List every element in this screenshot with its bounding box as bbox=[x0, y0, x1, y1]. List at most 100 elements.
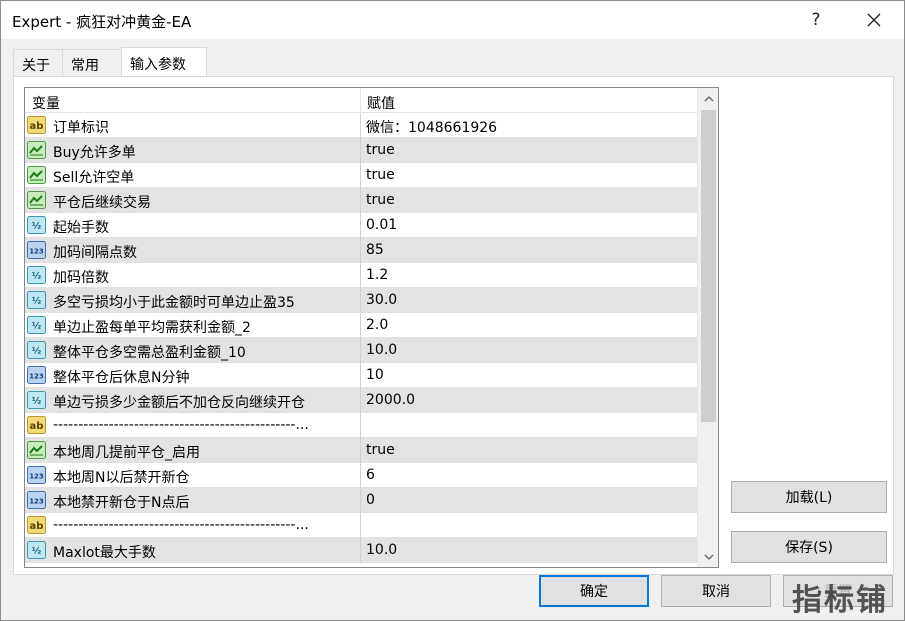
cell-divider bbox=[360, 263, 361, 288]
cell-divider bbox=[360, 413, 361, 438]
svg-text:ab: ab bbox=[30, 121, 44, 132]
int-type-icon: 123 bbox=[27, 466, 46, 484]
parameter-name: 订单标识 bbox=[53, 120, 109, 136]
bool-type-icon bbox=[27, 191, 46, 209]
vertical-scrollbar[interactable] bbox=[697, 88, 718, 567]
parameter-name: 单边止盈每单平均需获利金额_2 bbox=[53, 320, 251, 336]
parameter-value[interactable]: 2000.0 bbox=[366, 392, 415, 408]
svg-text:123: 123 bbox=[29, 473, 44, 481]
svg-text:½: ½ bbox=[32, 321, 41, 332]
table-row[interactable]: ab --------------------------------------… bbox=[25, 513, 697, 538]
parameter-name: 单边亏损多少金额后不加仓反向继续开仓 bbox=[53, 395, 305, 411]
parameter-value[interactable]: 1.2 bbox=[366, 267, 388, 283]
parameter-value[interactable]: true bbox=[366, 167, 395, 183]
parameter-name: Buy允许多单 bbox=[53, 145, 136, 161]
parameter-name: 多空亏损均小于此金额时可单边止盈35 bbox=[53, 295, 295, 311]
parameter-value[interactable]: 85 bbox=[366, 242, 384, 258]
tab-common[interactable]: 常用 bbox=[62, 49, 122, 76]
svg-text:123: 123 bbox=[29, 498, 44, 506]
parameter-name: Maxlot最大手数 bbox=[53, 545, 156, 561]
column-divider[interactable] bbox=[360, 88, 361, 113]
help-button[interactable]: ? bbox=[793, 1, 839, 39]
parameter-name: 本地周N以后禁开新仓 bbox=[53, 470, 190, 486]
parameter-value[interactable]: 10.0 bbox=[366, 342, 397, 358]
cell-divider bbox=[360, 488, 361, 513]
load-button[interactable]: 加载(L) bbox=[731, 481, 887, 513]
save-button[interactable]: 保存(S) bbox=[731, 531, 887, 563]
ok-button[interactable]: 确定 bbox=[539, 575, 649, 607]
cell-divider bbox=[360, 538, 361, 563]
table-row[interactable]: 平仓后继续交易 true bbox=[25, 188, 697, 213]
bool-type-icon bbox=[27, 166, 46, 184]
parameters-grid[interactable]: 变量 赋值 ab 订单标识 微信：1048661926 Buy允许多单 true Sell… bbox=[24, 87, 719, 568]
svg-text:½: ½ bbox=[32, 396, 41, 407]
parameter-value[interactable]: 微信：1048661926 bbox=[366, 117, 497, 137]
parameter-name: 加码间隔点数 bbox=[53, 245, 137, 261]
cancel-button[interactable]: 取消 bbox=[661, 575, 771, 607]
int-type-icon: 123 bbox=[27, 366, 46, 384]
chevron-up-icon bbox=[704, 95, 713, 101]
parameter-value[interactable]: 2.0 bbox=[366, 317, 388, 333]
parameter-value[interactable]: 30.0 bbox=[366, 292, 397, 308]
parameter-name: 整体平仓后休息N分钟 bbox=[53, 370, 190, 386]
tab-inputs[interactable]: 输入参数 bbox=[121, 47, 207, 78]
column-header-value[interactable]: 赋值 bbox=[367, 93, 395, 113]
table-row[interactable]: 123 加码间隔点数 85 bbox=[25, 238, 697, 263]
table-row[interactable]: ½ 单边亏损多少金额后不加仓反向继续开仓 2000.0 bbox=[25, 388, 697, 413]
double-type-icon: ½ bbox=[27, 541, 46, 559]
close-button[interactable] bbox=[851, 1, 897, 39]
cell-divider bbox=[360, 188, 361, 213]
table-row[interactable]: 123 本地周N以后禁开新仓 6 bbox=[25, 463, 697, 488]
cell-divider bbox=[360, 288, 361, 313]
table-row[interactable]: 123 本地禁开新仓于N点后 0 bbox=[25, 488, 697, 513]
cell-divider bbox=[360, 213, 361, 238]
parameter-name: ----------------------------------------… bbox=[53, 517, 309, 533]
table-row[interactable]: ½ 多空亏损均小于此金额时可单边止盈35 30.0 bbox=[25, 288, 697, 313]
parameter-name: 起始手数 bbox=[53, 220, 109, 236]
parameter-value[interactable]: true bbox=[366, 192, 395, 208]
parameter-value[interactable]: true bbox=[366, 442, 395, 458]
grid-rows: ab 订单标识 微信：1048661926 Buy允许多单 true Sell允许空单 tr… bbox=[25, 113, 697, 563]
table-row[interactable]: 123 整体平仓后休息N分钟 10 bbox=[25, 363, 697, 388]
svg-text:½: ½ bbox=[32, 546, 41, 557]
cell-divider bbox=[360, 463, 361, 488]
double-type-icon: ½ bbox=[27, 266, 46, 284]
parameter-value[interactable]: 10.0 bbox=[366, 542, 397, 558]
cell-divider bbox=[360, 513, 361, 538]
parameter-name: 加码倍数 bbox=[53, 270, 109, 286]
parameter-value[interactable]: true bbox=[366, 142, 395, 158]
table-row[interactable]: ½ 整体平仓多空需总盈利金额_10 10.0 bbox=[25, 338, 697, 363]
cell-divider bbox=[360, 163, 361, 188]
parameter-name: Sell允许空单 bbox=[53, 170, 135, 186]
parameter-value[interactable]: 6 bbox=[366, 467, 375, 483]
svg-text:½: ½ bbox=[32, 221, 41, 232]
svg-text:ab: ab bbox=[30, 421, 44, 432]
bool-type-icon bbox=[27, 141, 46, 159]
table-row[interactable]: Buy允许多单 true bbox=[25, 138, 697, 163]
parameter-value[interactable]: 0 bbox=[366, 492, 375, 508]
cell-divider bbox=[360, 438, 361, 463]
double-type-icon: ½ bbox=[27, 316, 46, 334]
table-row[interactable]: 本地周几提前平仓_启用 true bbox=[25, 438, 697, 463]
parameter-value[interactable]: 0.01 bbox=[366, 217, 397, 233]
reset-button[interactable]: 重置 bbox=[783, 575, 893, 607]
scroll-down-button[interactable] bbox=[698, 546, 718, 567]
tab-about[interactable]: 关于 bbox=[13, 49, 63, 76]
scroll-up-button[interactable] bbox=[698, 88, 718, 109]
table-row[interactable]: Sell允许空单 true bbox=[25, 163, 697, 188]
parameter-value[interactable]: 10 bbox=[366, 367, 384, 383]
cell-divider bbox=[360, 238, 361, 263]
table-row[interactable]: ab --------------------------------------… bbox=[25, 413, 697, 438]
title-bar: Expert - 疯狂对冲黄金-EA ? bbox=[1, 1, 904, 39]
table-row[interactable]: ½ Maxlot最大手数 10.0 bbox=[25, 538, 697, 563]
parameter-name: 本地禁开新仓于N点后 bbox=[53, 495, 190, 511]
scroll-thumb[interactable] bbox=[701, 110, 716, 422]
table-row[interactable]: ½ 单边止盈每单平均需获利金额_2 2.0 bbox=[25, 313, 697, 338]
table-row[interactable]: ab 订单标识 微信：1048661926 bbox=[25, 113, 697, 138]
column-header-variable[interactable]: 变量 bbox=[32, 93, 60, 113]
table-row[interactable]: ½ 加码倍数 1.2 bbox=[25, 263, 697, 288]
cell-divider bbox=[360, 113, 361, 138]
table-row[interactable]: ½ 起始手数 0.01 bbox=[25, 213, 697, 238]
parameter-name: 本地周几提前平仓_启用 bbox=[53, 445, 200, 461]
parameter-name: 平仓后继续交易 bbox=[53, 195, 151, 211]
